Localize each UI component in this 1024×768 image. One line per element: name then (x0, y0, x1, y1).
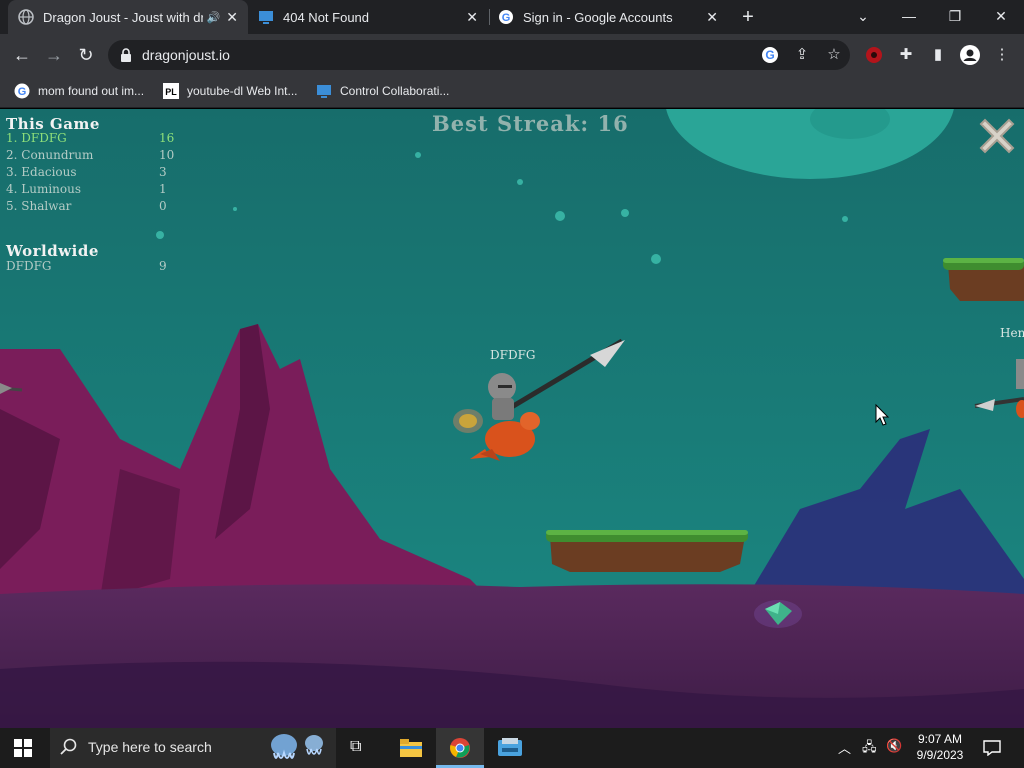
bookmark-label: youtube-dl Web Int... (187, 84, 298, 98)
leaderboard-row: 4. Luminous (6, 182, 81, 196)
extension-red-icon[interactable] (863, 44, 885, 66)
bookmark-label: Control Collaborati... (340, 84, 450, 98)
worldwide-heading: Worldwide (6, 242, 99, 260)
game-canvas[interactable]: This Game 1. DFDFG 16 2. Conundrum 10 3.… (0, 109, 1024, 728)
jellyfish-search-highlight-icon[interactable] (266, 731, 332, 765)
close-game-icon[interactable] (975, 114, 1019, 158)
menu-kebab-icon[interactable]: ⋮ (991, 44, 1013, 66)
grass-platform-right (943, 258, 1024, 301)
tab-title: Sign in - Google Accounts (523, 9, 673, 25)
gem-pickup (754, 600, 802, 628)
leaderboard-score: 16 (159, 131, 175, 145)
globe-icon (18, 9, 34, 25)
pl-logo-icon: PL (163, 83, 179, 99)
tab-404[interactable]: 404 Not Found ✕ (248, 0, 488, 34)
opponent-name-label: Hen (1000, 326, 1024, 340)
leaderboard-name: 5. Shalwar (6, 199, 72, 213)
taskbar-clock[interactable]: 9:07 AM 9/9/2023 (912, 731, 968, 763)
tab-strip: Dragon Joust - Joust with dr 🔊 ✕ 404 Not… (0, 0, 1024, 34)
leaderboard-row: DFDFG (6, 259, 51, 273)
url-text[interactable]: dragonjoust.io (142, 46, 230, 64)
svg-text:G: G (18, 86, 27, 98)
lock-icon[interactable] (120, 47, 132, 63)
player-knight (488, 373, 516, 420)
tab-dragon-joust[interactable]: Dragon Joust - Joust with dr 🔊 ✕ (8, 0, 248, 34)
bookmark-1[interactable]: G mom found out im... (14, 81, 144, 101)
leaderboard-score: 3 (159, 165, 167, 179)
restore-button[interactable]: ❐ (932, 0, 978, 34)
app-taskbar-button[interactable] (486, 728, 534, 768)
windows-start-icon[interactable] (14, 739, 32, 757)
leaderboard-name: 1. DFDFG (6, 131, 67, 145)
tab-search-icon[interactable]: ⌄ (840, 0, 886, 34)
close-tab-icon[interactable]: ✕ (466, 9, 478, 26)
leaderboard-score: 10 (159, 148, 175, 162)
search-placeholder[interactable]: Type here to search (88, 739, 212, 755)
tab-title: 404 Not Found (283, 9, 370, 25)
tab-title: Dragon Joust - Joust with dr (43, 9, 203, 25)
task-view-button[interactable]: ⧉ (336, 728, 384, 768)
leaderboard-name: 3. Edacious (6, 165, 77, 179)
new-tab-button[interactable]: + (736, 4, 760, 30)
monitor-icon (259, 11, 273, 24)
clock-time: 9:07 AM (917, 732, 963, 746)
google-icon: G (499, 10, 513, 24)
folder-icon (400, 739, 422, 757)
extensions-puzzle-icon[interactable]: ✚ (895, 44, 917, 66)
leaderboard-score: 9 (159, 259, 167, 273)
chrome-icon (450, 738, 470, 758)
speaker-icon[interactable]: 🔊 (207, 11, 221, 24)
leaderboard-score: 0 (159, 199, 167, 213)
bookmark-star-icon[interactable]: ☆ (823, 44, 845, 66)
bookmark-2[interactable]: PL youtube-dl Web Int... (163, 81, 298, 101)
bookmark-label: mom found out im... (38, 84, 145, 98)
svg-text:PL: PL (165, 87, 177, 97)
forward-button[interactable]: → (41, 42, 67, 68)
volume-muted-icon[interactable]: 🔇 (886, 738, 902, 754)
search-icon (60, 738, 77, 755)
minimize-button[interactable]: — (886, 0, 932, 34)
reload-button[interactable]: ↻ (73, 42, 99, 68)
best-streak: Best Streak: 16 (432, 111, 629, 136)
svg-text:G: G (502, 12, 511, 24)
leaderboard-score: 1 (159, 182, 167, 196)
svg-text:G: G (765, 48, 774, 62)
grass-platform-center (546, 530, 748, 572)
profile-avatar-icon[interactable] (959, 44, 981, 66)
tab-google-signin[interactable]: G Sign in - Google Accounts ✕ (488, 0, 728, 34)
file-explorer-button[interactable] (386, 728, 434, 768)
tray-overflow-icon[interactable]: ︿ (838, 738, 851, 757)
share-icon[interactable]: ⇪ (791, 44, 813, 66)
this-game-leaderboard: 1. DFDFG 16 2. Conundrum 10 3. Edacious … (6, 131, 176, 221)
leaderboard-row: 2. Conundrum (6, 148, 93, 162)
leaderboard-row: 1. DFDFG (6, 131, 67, 145)
close-window-button[interactable]: ✕ (978, 0, 1024, 34)
close-tab-icon[interactable]: ✕ (706, 9, 718, 26)
bookmarks-bar (0, 76, 1024, 108)
leaderboard-row: 5. Shalwar (6, 199, 71, 213)
notification-icon[interactable] (983, 740, 1001, 756)
leaderboard-name: DFDFG (6, 259, 52, 273)
player-name-label: DFDFG (490, 348, 536, 362)
back-button[interactable]: ← (9, 42, 35, 68)
google-icon: G (14, 83, 30, 99)
side-panel-icon[interactable]: ▮ (927, 44, 949, 66)
monitor-icon (317, 85, 331, 98)
close-tab-icon[interactable]: ✕ (226, 9, 238, 26)
worldwide-leaderboard: DFDFG 9 (6, 259, 176, 279)
leaderboard-name: 2. Conundrum (6, 148, 94, 162)
bookmark-3[interactable]: Control Collaborati... (316, 81, 449, 101)
chrome-taskbar-button[interactable] (436, 728, 484, 768)
network-icon[interactable]: 🖧 (862, 738, 877, 760)
leaderboard-name: 4. Luminous (6, 182, 82, 196)
google-lens-icon[interactable]: G (759, 44, 781, 66)
app-icon (498, 738, 522, 756)
leaderboard-row: 3. Edacious (6, 165, 77, 179)
clock-date: 9/9/2023 (916, 748, 964, 762)
